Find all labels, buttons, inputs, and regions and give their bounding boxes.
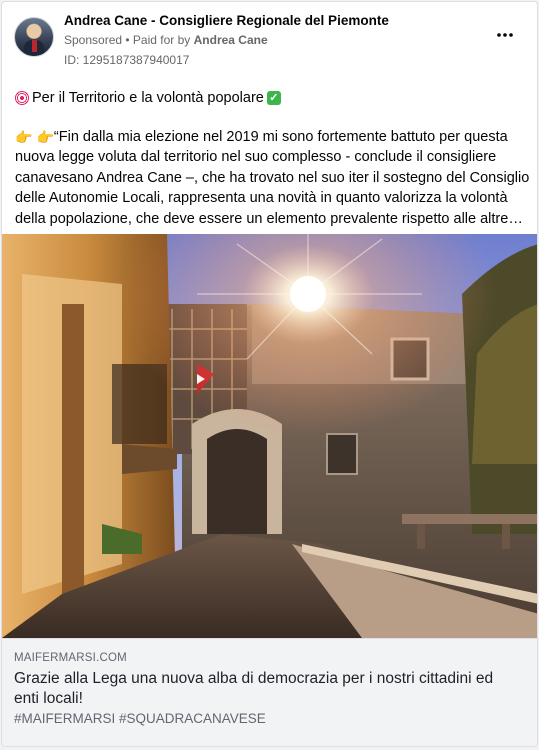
ad-id: ID: 1295187387940017 (64, 53, 190, 67)
pointing-right-icon: 👉 (36, 128, 54, 145)
link-title[interactable]: Grazie alla Lega una nuova alba di democ… (14, 669, 519, 709)
paid-for-name: Andrea Cane (193, 33, 268, 47)
direct-hit-icon (15, 91, 29, 106)
message-headline: Per il Territorio e la volontà popolare … (15, 88, 530, 109)
ad-card: Andrea Cane - Consigliere Regionale del … (1, 1, 538, 747)
more-horizontal-icon (497, 33, 513, 37)
paid-for-prefix: Paid for by (132, 33, 194, 47)
link-domain[interactable]: MAIFERMARSI.COM (14, 652, 127, 664)
post-message: Per il Territorio e la volontà popolare … (15, 88, 530, 229)
meta-separator: • (122, 33, 133, 47)
sponsored-meta: Sponsored • Paid for by Andrea Cane (64, 33, 268, 47)
author-name[interactable]: Andrea Cane - Consigliere Regionale del … (64, 13, 389, 28)
pointing-right-icon: 👉 (15, 128, 33, 145)
profile-avatar[interactable] (14, 17, 54, 57)
post-header: Andrea Cane - Consigliere Regionale del … (2, 2, 537, 72)
sponsored-label[interactable]: Sponsored (64, 33, 122, 47)
more-options-icon[interactable] (495, 25, 515, 45)
message-headline-text: Per il Territorio e la volontà popolare (32, 90, 264, 106)
post-image[interactable] (2, 234, 538, 638)
link-hashtags[interactable]: #MAIFERMARSI #SQUADRACANAVESE (14, 711, 266, 726)
check-mark-icon: ✓ (266, 91, 281, 106)
message-body: 👉 👉“Fin dalla mia elezione nel 2019 mi s… (15, 127, 530, 230)
link-preview[interactable]: MAIFERMARSI.COM Grazie alla Lega una nuo… (2, 638, 537, 746)
message-body-text: “Fin dalla mia elezione nel 2019 mi sono… (15, 128, 530, 227)
